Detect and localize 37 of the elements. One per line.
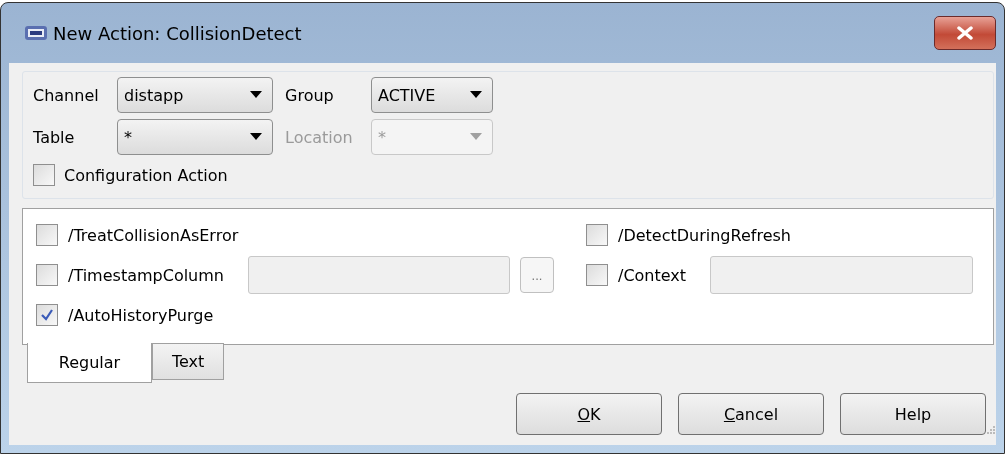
- tab[interactable]: Text: [152, 343, 225, 380]
- option-label: /Context: [618, 265, 687, 285]
- checkbox[interactable]: [36, 304, 58, 326]
- dialog-button[interactable]: Help: [840, 393, 986, 435]
- input-field[interactable]: [710, 256, 974, 294]
- field-label: Group: [285, 85, 335, 105]
- caret-icon: [250, 133, 262, 141]
- field-label: Table: [33, 127, 76, 147]
- dropdown[interactable]: ACTIVE: [371, 77, 493, 113]
- resize-grip-icon[interactable]: [986, 425, 996, 435]
- option-label: /TreatCollisionAsError: [68, 225, 239, 245]
- close-button[interactable]: [934, 16, 996, 50]
- option-label: /AutoHistoryPurge: [68, 305, 214, 325]
- checkmark-icon: [39, 307, 55, 323]
- field-label: Channel: [33, 85, 100, 105]
- checkbox[interactable]: [36, 264, 58, 286]
- close-icon: [955, 26, 975, 40]
- checkbox[interactable]: [586, 224, 608, 246]
- caret-icon: [470, 91, 482, 99]
- caret-icon: [250, 91, 262, 99]
- checkbox[interactable]: [33, 164, 55, 186]
- option-label: /TimestampColumn: [68, 265, 224, 285]
- browse-button[interactable]: ...: [520, 257, 554, 293]
- dialog-button[interactable]: OK: [516, 393, 662, 435]
- caret-icon: [470, 133, 482, 141]
- dropdown[interactable]: distapp: [117, 77, 273, 113]
- input-field[interactable]: [248, 256, 510, 294]
- checkbox[interactable]: [36, 224, 58, 246]
- option-label: /DetectDuringRefresh: [618, 225, 791, 245]
- window-title: New Action: CollisionDetect: [53, 22, 303, 44]
- dialog-button[interactable]: Cancel: [678, 393, 824, 435]
- field-label: Location: [285, 127, 354, 147]
- app-logo-icon: [25, 25, 47, 41]
- checkbox-label: Configuration Action: [64, 165, 228, 185]
- tab[interactable]: Regular: [27, 343, 152, 383]
- checkbox[interactable]: [586, 264, 608, 286]
- dropdown[interactable]: *: [117, 119, 273, 155]
